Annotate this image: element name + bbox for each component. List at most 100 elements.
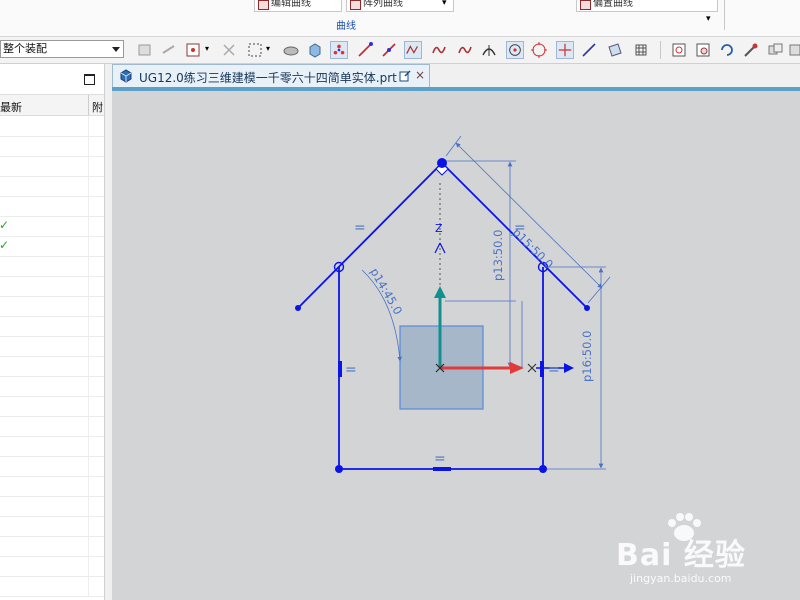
navigator-row[interactable] — [0, 396, 104, 417]
more-view-icon[interactable] — [788, 41, 800, 59]
view-orient-icon[interactable] — [766, 41, 784, 59]
navigator-row[interactable]: ✓ — [0, 236, 104, 257]
navigator-row[interactable] — [0, 576, 104, 597]
bottom-right-vertex[interactable] — [539, 465, 547, 473]
cell-separator — [88, 516, 89, 536]
watermark-url: jingyan.baidu.com — [630, 572, 732, 585]
dim-p14-label[interactable]: p14:45.0 — [367, 266, 405, 318]
snap-dropdown-arrow[interactable]: ▾ — [205, 44, 209, 53]
pan-icon[interactable] — [742, 41, 760, 59]
navigator-row[interactable] — [0, 156, 104, 177]
offset-curve-button[interactable]: 偏置曲线 — [576, 0, 718, 12]
part-tab[interactable]: UG12.0练习三维建模一千零六十四简单实体.prt × — [112, 64, 430, 87]
view-zoom-icon[interactable] — [694, 41, 712, 59]
right-wall-constraint — [540, 361, 544, 377]
baidu-watermark: Bai 经验 jingyan.baidu.com — [608, 512, 798, 596]
ribbon-separator — [724, 0, 725, 30]
maximize-icon[interactable] — [84, 74, 95, 85]
tab-close-button[interactable]: × — [415, 68, 425, 82]
cell-separator — [88, 276, 89, 296]
left-roof-line[interactable] — [297, 162, 443, 309]
apex-vertex[interactable] — [437, 158, 447, 168]
bottom-left-vertex[interactable] — [335, 465, 343, 473]
dim-p16-label[interactable]: p16:50.0 — [580, 331, 594, 382]
navigator-row[interactable] — [0, 196, 104, 217]
grid-icon[interactable] — [632, 41, 650, 59]
midpoint-icon[interactable] — [380, 41, 398, 59]
ribbon-more-arrow[interactable]: ▾ — [442, 0, 447, 8]
rectangle-select-icon[interactable] — [246, 41, 264, 59]
cell-separator — [88, 476, 89, 496]
pattern-curve-button[interactable]: 阵列曲线 — [346, 0, 454, 12]
navigator-row[interactable] — [0, 316, 104, 337]
quadrant-icon[interactable] — [530, 41, 548, 59]
navigator-row[interactable] — [0, 376, 104, 397]
view-fit-icon[interactable] — [670, 41, 688, 59]
sketch-profile[interactable] — [297, 162, 588, 470]
cell-separator — [88, 336, 89, 356]
deselect-icon[interactable] — [220, 41, 238, 59]
rotate-icon[interactable] — [718, 41, 736, 59]
navigator-row[interactable] — [0, 136, 104, 157]
cell-separator — [88, 196, 89, 216]
cell-separator — [88, 396, 89, 416]
filter-icon[interactable] — [136, 41, 154, 59]
curve-icon[interactable] — [456, 41, 474, 59]
cell-separator — [88, 416, 89, 436]
snap-point-icon[interactable] — [184, 41, 202, 59]
rectangle-dropdown-arrow[interactable]: ▾ — [266, 44, 270, 53]
navigator-row[interactable] — [0, 456, 104, 477]
left-roof-end-vertex[interactable] — [295, 305, 301, 311]
navigator-row[interactable] — [0, 276, 104, 297]
navigator-row[interactable] — [0, 436, 104, 457]
navigator-row[interactable] — [0, 536, 104, 557]
edit-curve-button[interactable]: 编辑曲线 — [254, 0, 342, 12]
checkmark-icon: ✓ — [0, 238, 10, 252]
navigator-row[interactable] — [0, 516, 104, 537]
left-roof-equal-label: = — [354, 220, 366, 236]
pattern-curve-icon — [350, 0, 361, 10]
navigator-row[interactable] — [0, 356, 104, 377]
floor-constraint — [433, 467, 451, 471]
offset-curve-icon — [580, 0, 591, 10]
group-dropdown-arrow[interactable]: ▾ — [706, 14, 711, 24]
dim-p15[interactable] — [455, 142, 603, 289]
navigator-row[interactable] — [0, 336, 104, 357]
intersection-icon[interactable] — [480, 41, 498, 59]
selection-toolbar: 整个装配 ▾ ▾ — [0, 37, 800, 64]
arc-center-icon[interactable] — [506, 41, 524, 59]
existing-point-icon[interactable] — [556, 41, 574, 59]
column-latest[interactable]: 最新 — [0, 99, 22, 115]
cell-separator — [88, 356, 89, 376]
column-partial[interactable]: 附 — [92, 99, 103, 115]
navigator-row[interactable] — [0, 296, 104, 317]
dim-p13-label[interactable]: p13:50.0 — [491, 230, 505, 281]
floor-equal-label: = — [434, 451, 446, 467]
navigator-row[interactable]: ✓ — [0, 216, 104, 237]
cell-separator — [88, 536, 89, 556]
navigator-row[interactable] — [0, 496, 104, 517]
arrow-select-icon[interactable] — [160, 41, 178, 59]
navigator-row[interactable] — [0, 116, 104, 137]
point-on-curve-icon[interactable] — [580, 41, 598, 59]
cell-separator — [88, 256, 89, 276]
spline-icon[interactable] — [430, 41, 448, 59]
navigator-row[interactable] — [0, 256, 104, 277]
solid-cube-icon[interactable] — [306, 41, 324, 59]
right-roof-end-vertex[interactable] — [584, 305, 590, 311]
right-wall-equal-label: = — [548, 362, 560, 378]
navigator-row[interactable] — [0, 176, 104, 197]
navigator-row[interactable] — [0, 416, 104, 437]
column-separator — [88, 95, 89, 115]
shaded-icon[interactable] — [282, 41, 300, 59]
axis-z-label: Z — [435, 222, 443, 235]
control-point-icon[interactable] — [404, 41, 422, 59]
navigator-row[interactable] — [0, 556, 104, 577]
endpoint-icon[interactable] — [356, 41, 374, 59]
assembly-scope-select[interactable]: 整个装配 — [0, 40, 124, 58]
point-on-face-icon[interactable] — [606, 41, 624, 59]
tab-modified-icon — [399, 70, 411, 82]
snap-multi-icon[interactable] — [330, 41, 348, 59]
navigator-row[interactable] — [0, 476, 104, 497]
part-file-icon — [120, 69, 132, 83]
